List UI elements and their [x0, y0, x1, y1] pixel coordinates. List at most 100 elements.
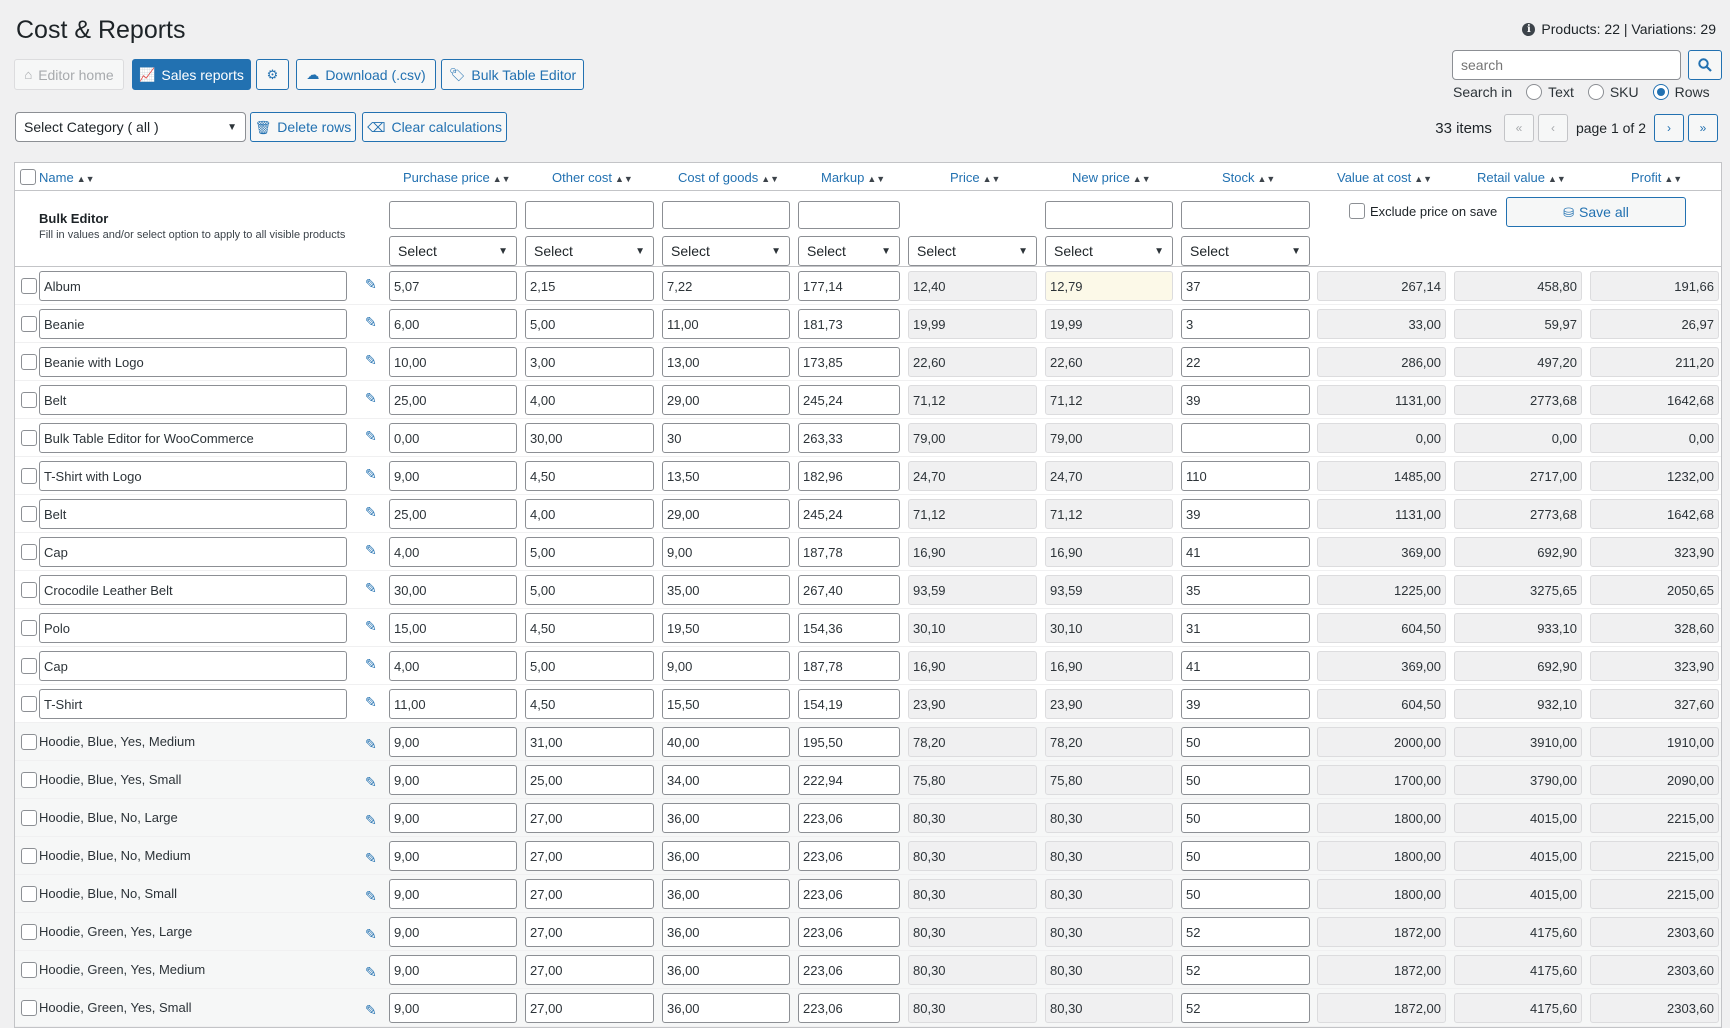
search-button[interactable] [1688, 50, 1722, 80]
row-checkbox[interactable] [21, 544, 37, 560]
row-checkbox[interactable] [21, 506, 37, 522]
bulk-purchase-select[interactable]: Select ▼ [389, 236, 517, 266]
bulk-new-price-select[interactable]: Select ▼ [1045, 236, 1173, 266]
edit-icon[interactable]: ✎ [365, 352, 377, 369]
edit-icon[interactable]: ✎ [365, 314, 377, 331]
cell-purchase[interactable]: 0,00 [389, 423, 517, 453]
cell-markup[interactable]: 154,36 [798, 613, 900, 643]
cell-purchase[interactable]: 9,00 [389, 765, 517, 795]
edit-icon[interactable]: ✎ [365, 1002, 377, 1019]
product-name-input[interactable]: Polo [39, 613, 347, 643]
cell-stock[interactable]: 39 [1181, 689, 1310, 719]
cell-purchase[interactable]: 4,00 [389, 537, 517, 567]
edit-icon[interactable]: ✎ [365, 850, 377, 867]
cell-stock[interactable]: 50 [1181, 765, 1310, 795]
cell-stock[interactable]: 50 [1181, 803, 1310, 833]
cell-stock[interactable]: 41 [1181, 537, 1310, 567]
cell-markup[interactable]: 223,06 [798, 917, 900, 947]
cell-purchase[interactable]: 9,00 [389, 955, 517, 985]
cell-other[interactable]: 4,50 [525, 613, 654, 643]
cell-markup[interactable]: 245,24 [798, 385, 900, 415]
cell-other[interactable]: 4,00 [525, 385, 654, 415]
col-retail-value[interactable]: Retail value ▲▼ [1477, 170, 1566, 185]
bulk-markup-select[interactable]: Select ▼ [798, 236, 900, 266]
edit-icon[interactable]: ✎ [365, 694, 377, 711]
cell-cog[interactable]: 36,00 [662, 803, 790, 833]
cell-stock[interactable]: 35 [1181, 575, 1310, 605]
row-checkbox[interactable] [21, 430, 37, 446]
cell-markup[interactable]: 195,50 [798, 727, 900, 757]
cell-purchase[interactable]: 25,00 [389, 499, 517, 529]
sales-reports-button[interactable]: 📈 Sales reports [132, 59, 251, 90]
row-checkbox[interactable] [21, 696, 37, 712]
delete-rows-button[interactable]: 🗑 Delete rows [250, 112, 356, 142]
cell-markup[interactable]: 223,06 [798, 803, 900, 833]
cell-purchase[interactable]: 9,00 [389, 803, 517, 833]
bulk-purchase-input[interactable] [389, 201, 517, 229]
cell-markup[interactable]: 223,06 [798, 841, 900, 871]
search-sku-radio[interactable] [1587, 84, 1604, 100]
cell-other[interactable]: 25,00 [525, 765, 654, 795]
cell-markup[interactable]: 154,19 [798, 689, 900, 719]
row-checkbox[interactable] [21, 354, 37, 370]
row-checkbox[interactable] [21, 316, 37, 332]
cell-markup[interactable]: 173,85 [798, 347, 900, 377]
bulk-table-editor-button[interactable]: 🏷 Bulk Table Editor [441, 59, 584, 90]
cell-stock[interactable]: 50 [1181, 841, 1310, 871]
editor-home-button[interactable]: ⌂ Editor home [14, 59, 124, 90]
cell-cog[interactable]: 35,00 [662, 575, 790, 605]
category-select[interactable]: Select Category ( all ) ▼ [15, 112, 246, 142]
cell-other[interactable]: 4,50 [525, 689, 654, 719]
edit-icon[interactable]: ✎ [365, 428, 377, 445]
edit-icon[interactable]: ✎ [365, 656, 377, 673]
col-purchase-price[interactable]: Purchase price ▲▼ [403, 170, 511, 185]
cell-purchase[interactable]: 15,00 [389, 613, 517, 643]
cell-purchase[interactable]: 9,00 [389, 727, 517, 757]
first-page-button[interactable]: « [1503, 114, 1534, 142]
product-name-input[interactable]: Cap [39, 651, 347, 681]
col-other-cost[interactable]: Other cost ▲▼ [552, 170, 633, 185]
row-checkbox[interactable] [21, 620, 37, 636]
cell-stock[interactable]: 50 [1181, 879, 1310, 909]
bulk-new-price-input[interactable] [1045, 201, 1173, 229]
cell-other[interactable]: 27,00 [525, 803, 654, 833]
cell-purchase[interactable]: 11,00 [389, 689, 517, 719]
exclude-price-option[interactable]: Exclude price on save [1349, 203, 1497, 219]
cell-purchase[interactable]: 9,00 [389, 917, 517, 947]
search-input[interactable] [1452, 50, 1681, 80]
cell-other[interactable]: 5,00 [525, 575, 654, 605]
col-cost-of-goods[interactable]: Cost of goods ▲▼ [678, 170, 779, 185]
product-name-input[interactable]: Belt [39, 385, 347, 415]
cell-markup[interactable]: 267,40 [798, 575, 900, 605]
edit-icon[interactable]: ✎ [365, 276, 377, 293]
cell-stock[interactable]: 110 [1181, 461, 1310, 491]
cell-other[interactable]: 5,00 [525, 651, 654, 681]
row-checkbox[interactable] [21, 392, 37, 408]
download-csv-button[interactable]: ☁ Download (.csv) [296, 59, 436, 90]
clear-calculations-button[interactable]: ⌫ Clear calculations [362, 112, 507, 142]
cell-stock[interactable]: 37 [1181, 271, 1310, 301]
cell-other[interactable]: 4,00 [525, 499, 654, 529]
cell-purchase[interactable]: 9,00 [389, 841, 517, 871]
bulk-price-select[interactable]: Select ▼ [908, 236, 1037, 266]
cell-markup[interactable]: 223,06 [798, 955, 900, 985]
save-all-button[interactable]: ⛁ Save all [1506, 197, 1686, 227]
product-name-input[interactable]: Crocodile Leather Belt [39, 575, 347, 605]
row-checkbox[interactable] [21, 810, 37, 826]
cell-stock[interactable]: 52 [1181, 955, 1310, 985]
cell-cog[interactable]: 36,00 [662, 917, 790, 947]
edit-icon[interactable]: ✎ [365, 964, 377, 981]
col-value-at-cost[interactable]: Value at cost ▲▼ [1337, 170, 1432, 185]
col-new-price[interactable]: New price ▲▼ [1072, 170, 1151, 185]
col-profit[interactable]: Profit ▲▼ [1631, 170, 1682, 185]
last-page-button[interactable]: » [1688, 114, 1718, 142]
row-checkbox[interactable] [21, 886, 37, 902]
cell-other[interactable]: 5,00 [525, 537, 654, 567]
cell-cog[interactable]: 29,00 [662, 385, 790, 415]
product-name-input[interactable]: T-Shirt [39, 689, 347, 719]
cell-purchase[interactable]: 10,00 [389, 347, 517, 377]
row-checkbox[interactable] [21, 734, 37, 750]
cell-other[interactable]: 4,50 [525, 461, 654, 491]
edit-icon[interactable]: ✎ [365, 888, 377, 905]
cell-stock[interactable] [1181, 423, 1310, 453]
